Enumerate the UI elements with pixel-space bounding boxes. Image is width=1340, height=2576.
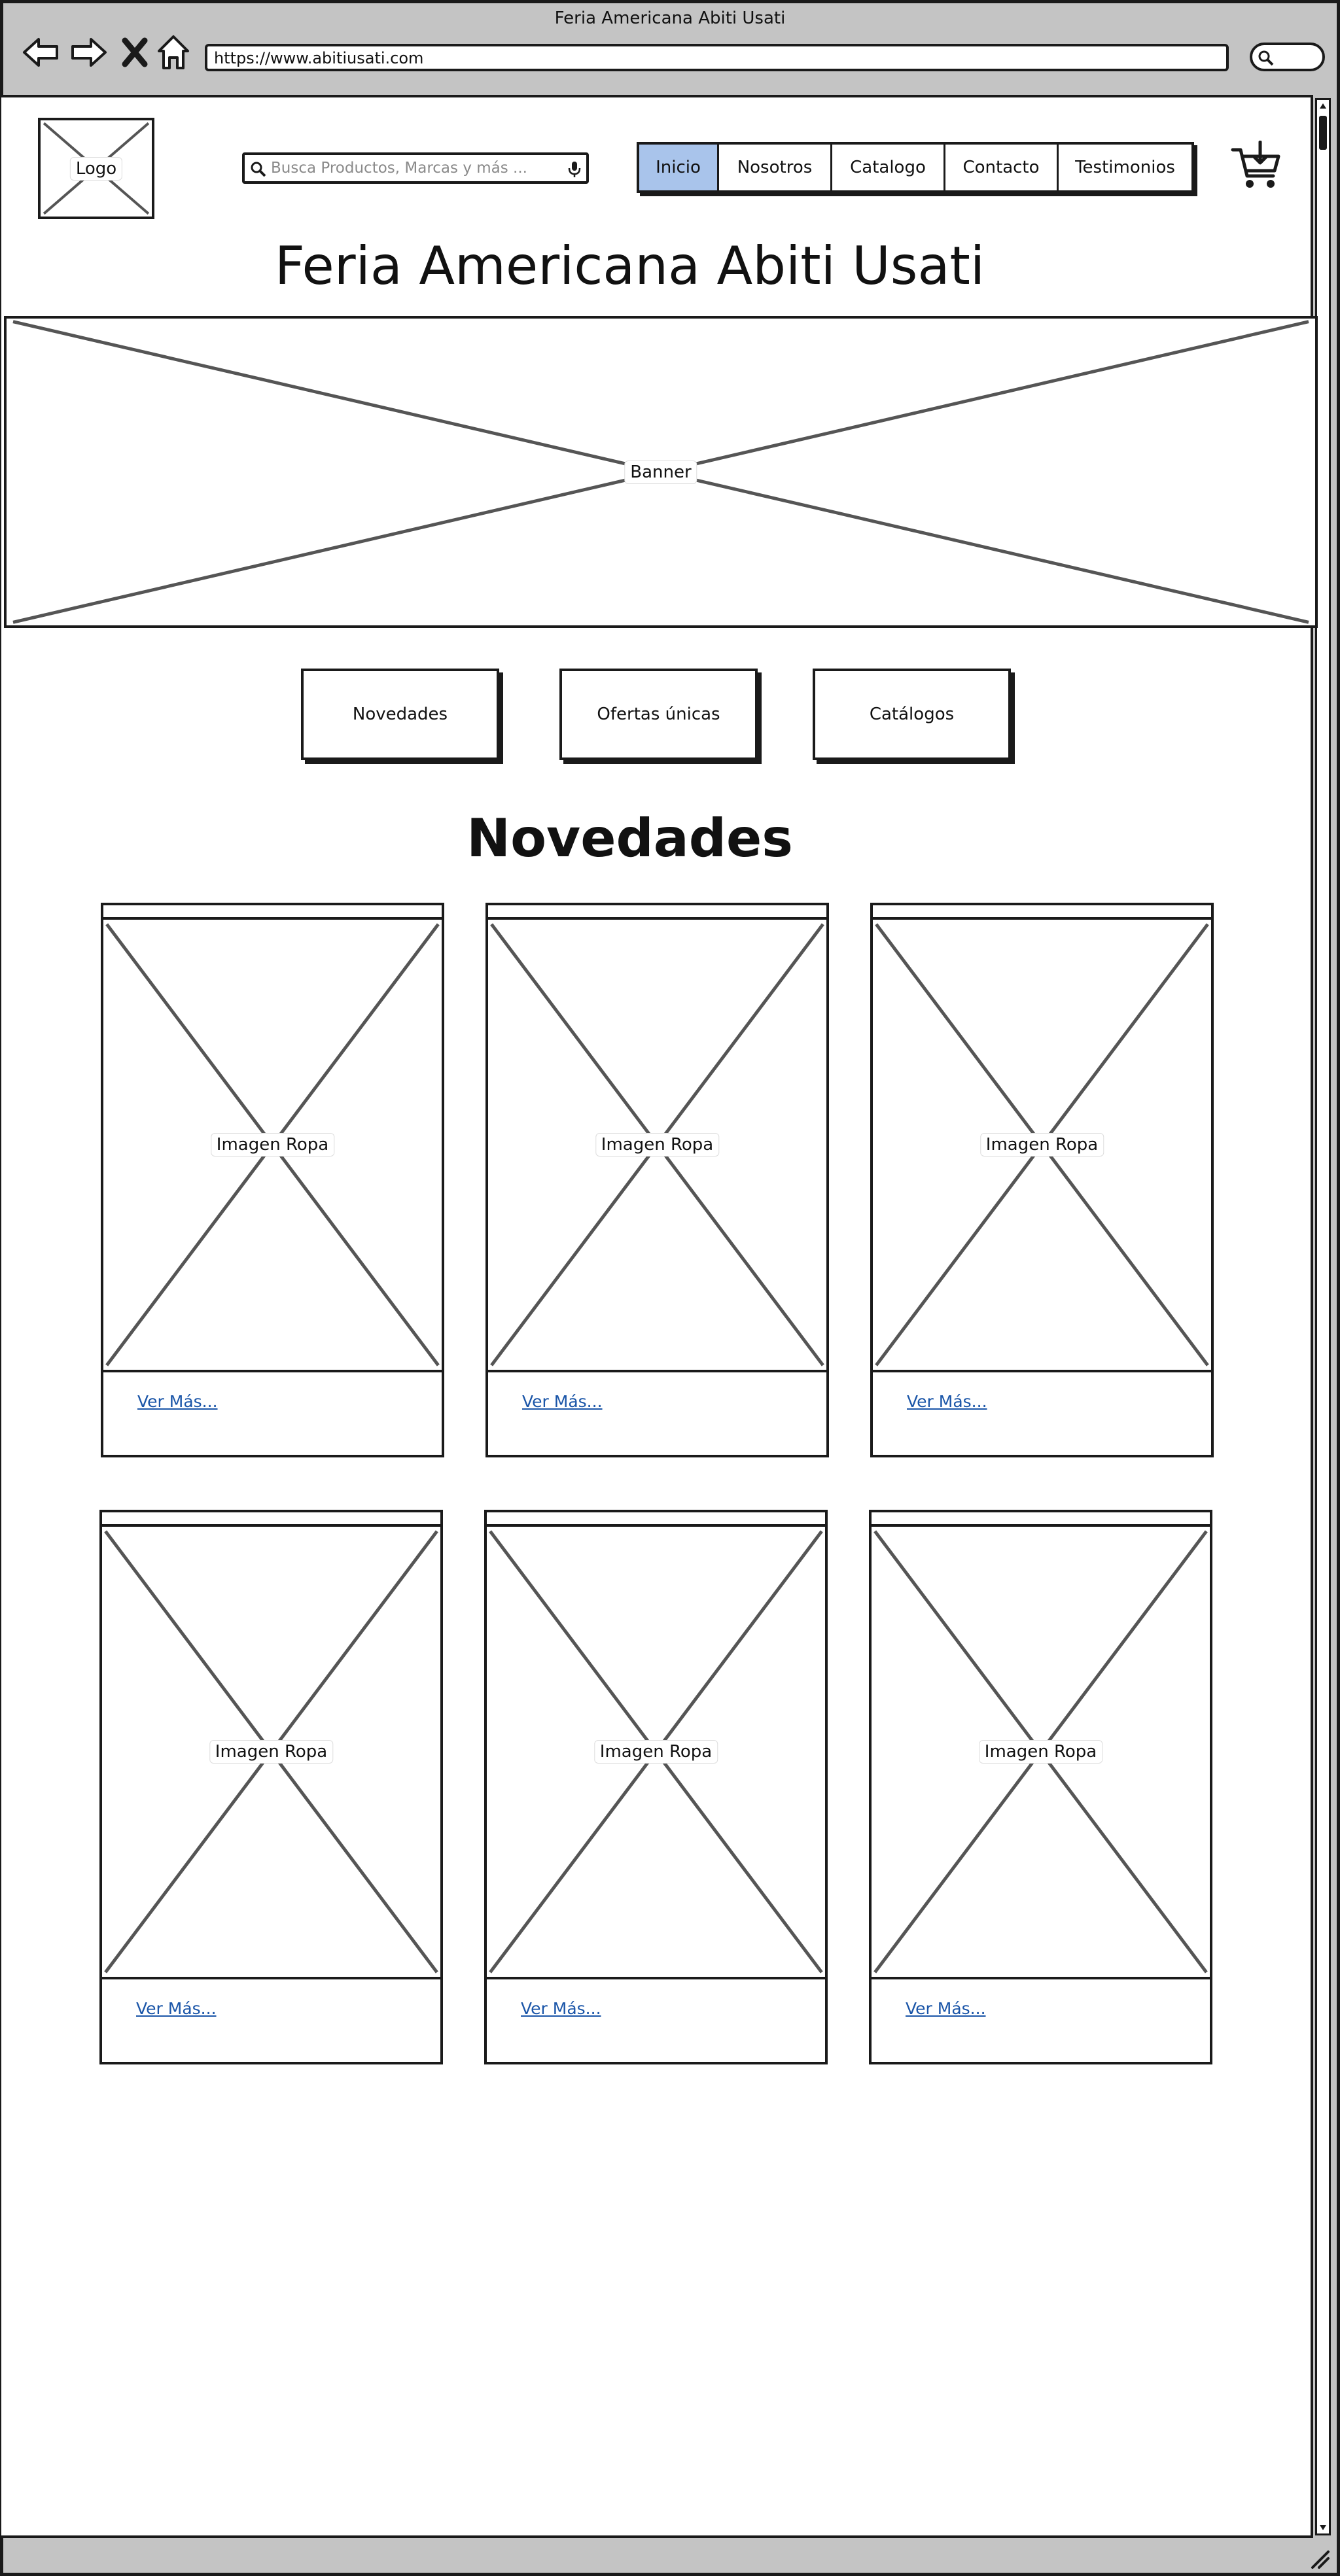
card-header — [102, 1512, 440, 1527]
ver-mas-link[interactable]: Ver Más... — [907, 1392, 987, 1411]
card-header — [103, 905, 442, 920]
nav-tab-inicio[interactable]: Inicio — [639, 145, 719, 190]
home-icon[interactable] — [155, 33, 192, 72]
resize-grip-icon[interactable] — [1309, 2548, 1331, 2570]
product-image-placeholder[interactable]: Imagen Ropa — [103, 920, 442, 1372]
product-card: Imagen Ropa Ver Más... — [869, 1510, 1212, 2064]
product-image-label: Imagen Ropa — [979, 1133, 1104, 1157]
product-image-placeholder[interactable]: Imagen Ropa — [872, 1527, 1210, 1979]
browser-search-field[interactable] — [1250, 43, 1325, 71]
product-card: Imagen Ropa Ver Más... — [99, 1510, 443, 2064]
product-card: Imagen Ropa Ver Más... — [484, 1510, 828, 2064]
main-navigation: Inicio Nosotros Catalogo Contacto Testim… — [637, 142, 1194, 193]
nav-tab-contacto[interactable]: Contacto — [945, 145, 1059, 190]
card-header — [487, 1512, 825, 1527]
address-bar[interactable]: https://www.abitiusati.com — [205, 44, 1229, 71]
search-icon — [1258, 50, 1274, 66]
product-search-bar[interactable] — [242, 152, 589, 184]
banner-label: Banner — [624, 460, 697, 484]
logo-label: Logo — [69, 156, 123, 181]
section-title: Novedades — [467, 808, 793, 869]
product-image-placeholder[interactable]: Imagen Ropa — [102, 1527, 440, 1979]
banner-placeholder[interactable]: Banner — [4, 316, 1318, 628]
product-image-label: Imagen Ropa — [595, 1133, 720, 1157]
product-image-label: Imagen Ropa — [593, 1740, 718, 1764]
nav-tab-catalogo[interactable]: Catalogo — [832, 145, 945, 190]
search-input[interactable] — [271, 157, 546, 179]
forward-arrow-icon[interactable] — [69, 33, 108, 72]
product-image-placeholder[interactable]: Imagen Ropa — [873, 920, 1211, 1372]
scroll-down-arrow-icon[interactable] — [1318, 2523, 1328, 2532]
product-card: Imagen Ropa Ver Más... — [101, 903, 444, 1457]
cart-icon[interactable] — [1230, 141, 1282, 193]
product-card: Imagen Ropa Ver Más... — [485, 903, 829, 1457]
ver-mas-link[interactable]: Ver Más... — [137, 1392, 218, 1411]
ver-mas-link[interactable]: Ver Más... — [521, 1999, 601, 2018]
back-arrow-icon[interactable] — [22, 33, 61, 72]
site-title: Feria Americana Abiti Usati — [274, 235, 985, 296]
product-image-label: Imagen Ropa — [209, 1740, 334, 1764]
scroll-up-arrow-icon[interactable] — [1318, 101, 1328, 111]
novedades-button[interactable]: Novedades — [301, 669, 499, 760]
search-icon — [251, 162, 266, 177]
card-header — [873, 905, 1211, 920]
product-image-placeholder[interactable]: Imagen Ropa — [487, 1527, 825, 1979]
ofertas-unicas-button[interactable]: Ofertas únicas — [559, 669, 758, 760]
product-image-label: Imagen Ropa — [210, 1133, 335, 1157]
microphone-icon[interactable] — [567, 160, 582, 179]
card-header — [488, 905, 826, 920]
catalogos-button[interactable]: Catálogos — [813, 669, 1011, 760]
product-card: Imagen Ropa Ver Más... — [870, 903, 1214, 1457]
product-image-placeholder[interactable]: Imagen Ropa — [488, 920, 826, 1372]
nav-tab-nosotros[interactable]: Nosotros — [719, 145, 832, 190]
logo-placeholder[interactable]: Logo — [38, 118, 154, 219]
ver-mas-link[interactable]: Ver Más... — [906, 1999, 986, 2018]
ver-mas-link[interactable]: Ver Más... — [136, 1999, 217, 2018]
ver-mas-link[interactable]: Ver Más... — [522, 1392, 603, 1411]
window-title: Feria Americana Abiti Usati — [554, 9, 786, 28]
stop-x-icon[interactable] — [118, 33, 151, 72]
product-image-label: Imagen Ropa — [978, 1740, 1103, 1764]
card-header — [872, 1512, 1210, 1527]
scroll-thumb[interactable] — [1319, 116, 1327, 150]
nav-tab-testimonios[interactable]: Testimonios — [1059, 145, 1191, 190]
